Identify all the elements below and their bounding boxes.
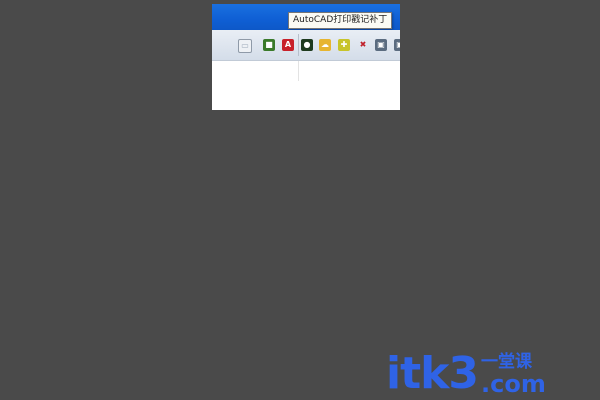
screen-crop: AutoCAD打印戳记补丁 ▭ ■ A ● ☁ ✚ ✖ ▣ ▣: [212, 4, 400, 110]
tray-tooltip: AutoCAD打印戳记补丁: [288, 12, 393, 29]
watermark-com: .com: [481, 370, 546, 398]
gamepad-icon[interactable]: ●: [301, 39, 313, 51]
site-watermark: itk3 一堂课 .com: [386, 346, 546, 399]
keyboard-icon[interactable]: ▭: [238, 39, 252, 53]
nvidia-icon[interactable]: ■: [263, 39, 275, 51]
autocad-icon[interactable]: A: [282, 39, 294, 51]
no-entry-icon[interactable]: ✖: [357, 39, 369, 51]
desktop-area: [212, 61, 400, 110]
weather-icon[interactable]: ☁: [319, 39, 331, 51]
system-tray: ▭ ■ A ● ☁ ✚ ✖ ▣ ▣: [212, 30, 400, 61]
tray-separator: [298, 34, 299, 56]
watermark-cn: 一堂课: [481, 352, 532, 372]
monitor-icon[interactable]: ▣: [375, 39, 387, 51]
watermark-side: 一堂课 .com: [481, 352, 546, 396]
security-icon[interactable]: ✚: [338, 39, 350, 51]
divider: [298, 61, 299, 81]
watermark-main: itk3: [386, 348, 479, 399]
monitor-icon-2[interactable]: ▣: [394, 39, 400, 51]
